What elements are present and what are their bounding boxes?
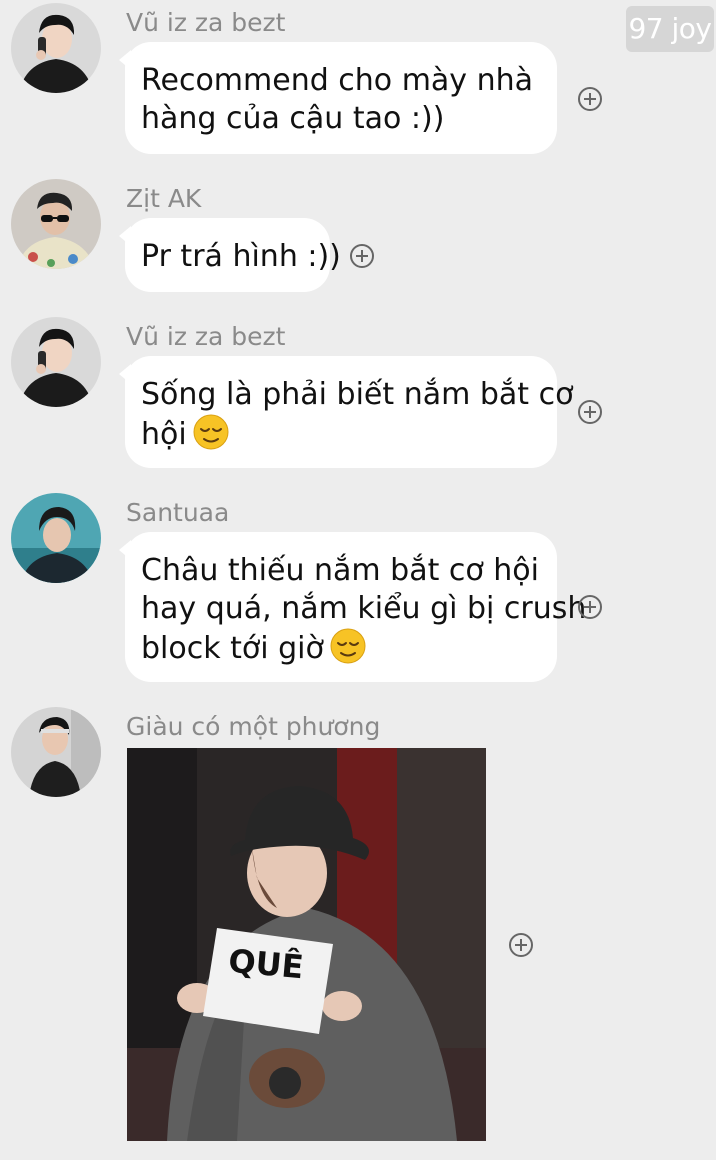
avatar-vu-iz-za-bezt[interactable] [11,3,101,93]
relieved-face-emoji [330,628,366,674]
watermark-badge: 97 joy [626,6,714,52]
message-text: hay quá, nắm kiểu gì bị crush [141,591,587,626]
sender-name: Vũ iz za bezt [126,322,286,351]
message-text: Châu thiếu nắm bắt cơ hội [141,553,539,588]
sticker-image[interactable] [127,748,486,1141]
sender-name: Vũ iz za bezt [126,8,286,37]
message-text: Recommend cho mày nhà [141,63,534,98]
relieved-face-emoji [193,414,229,460]
message-bubble[interactable]: Pr trá hình :)) [119,218,341,292]
message-bubble[interactable]: Châu thiếu nắm bắt cơ hội hay quá, nắm k… [119,532,587,682]
sender-name: Giàu có một phương [126,712,381,741]
add-reaction-icon[interactable] [577,86,603,112]
sender-name: Zịt AK [126,184,202,213]
add-reaction-icon[interactable] [577,594,603,620]
message-text-with-emoji: block tới giờ [141,628,541,674]
add-reaction-icon[interactable] [577,399,603,425]
message-text: hội [141,417,187,452]
message-bubble[interactable]: Recommend cho mày nhà hàng của cậu tao :… [119,42,557,154]
message-text: block tới giờ [141,631,324,666]
message-bubble[interactable]: Sống là phải biết nắm bắt cơ hội [119,356,574,468]
sender-name: Santuaa [126,498,230,527]
avatar-vu-iz-za-bezt[interactable] [11,317,101,407]
add-reaction-icon[interactable] [508,932,534,958]
message-text: hàng của cậu tao :)) [141,101,445,136]
message-text: Sống là phải biết nắm bắt cơ [141,377,574,412]
avatar-giau-co-mot-phuong[interactable] [11,707,101,797]
message-text: Pr trá hình :)) [141,239,341,274]
avatar-zit-ak[interactable] [11,179,101,269]
avatar-santuaa[interactable] [11,493,101,583]
message-text-with-emoji: hội [141,414,541,460]
add-reaction-icon[interactable] [349,243,375,269]
